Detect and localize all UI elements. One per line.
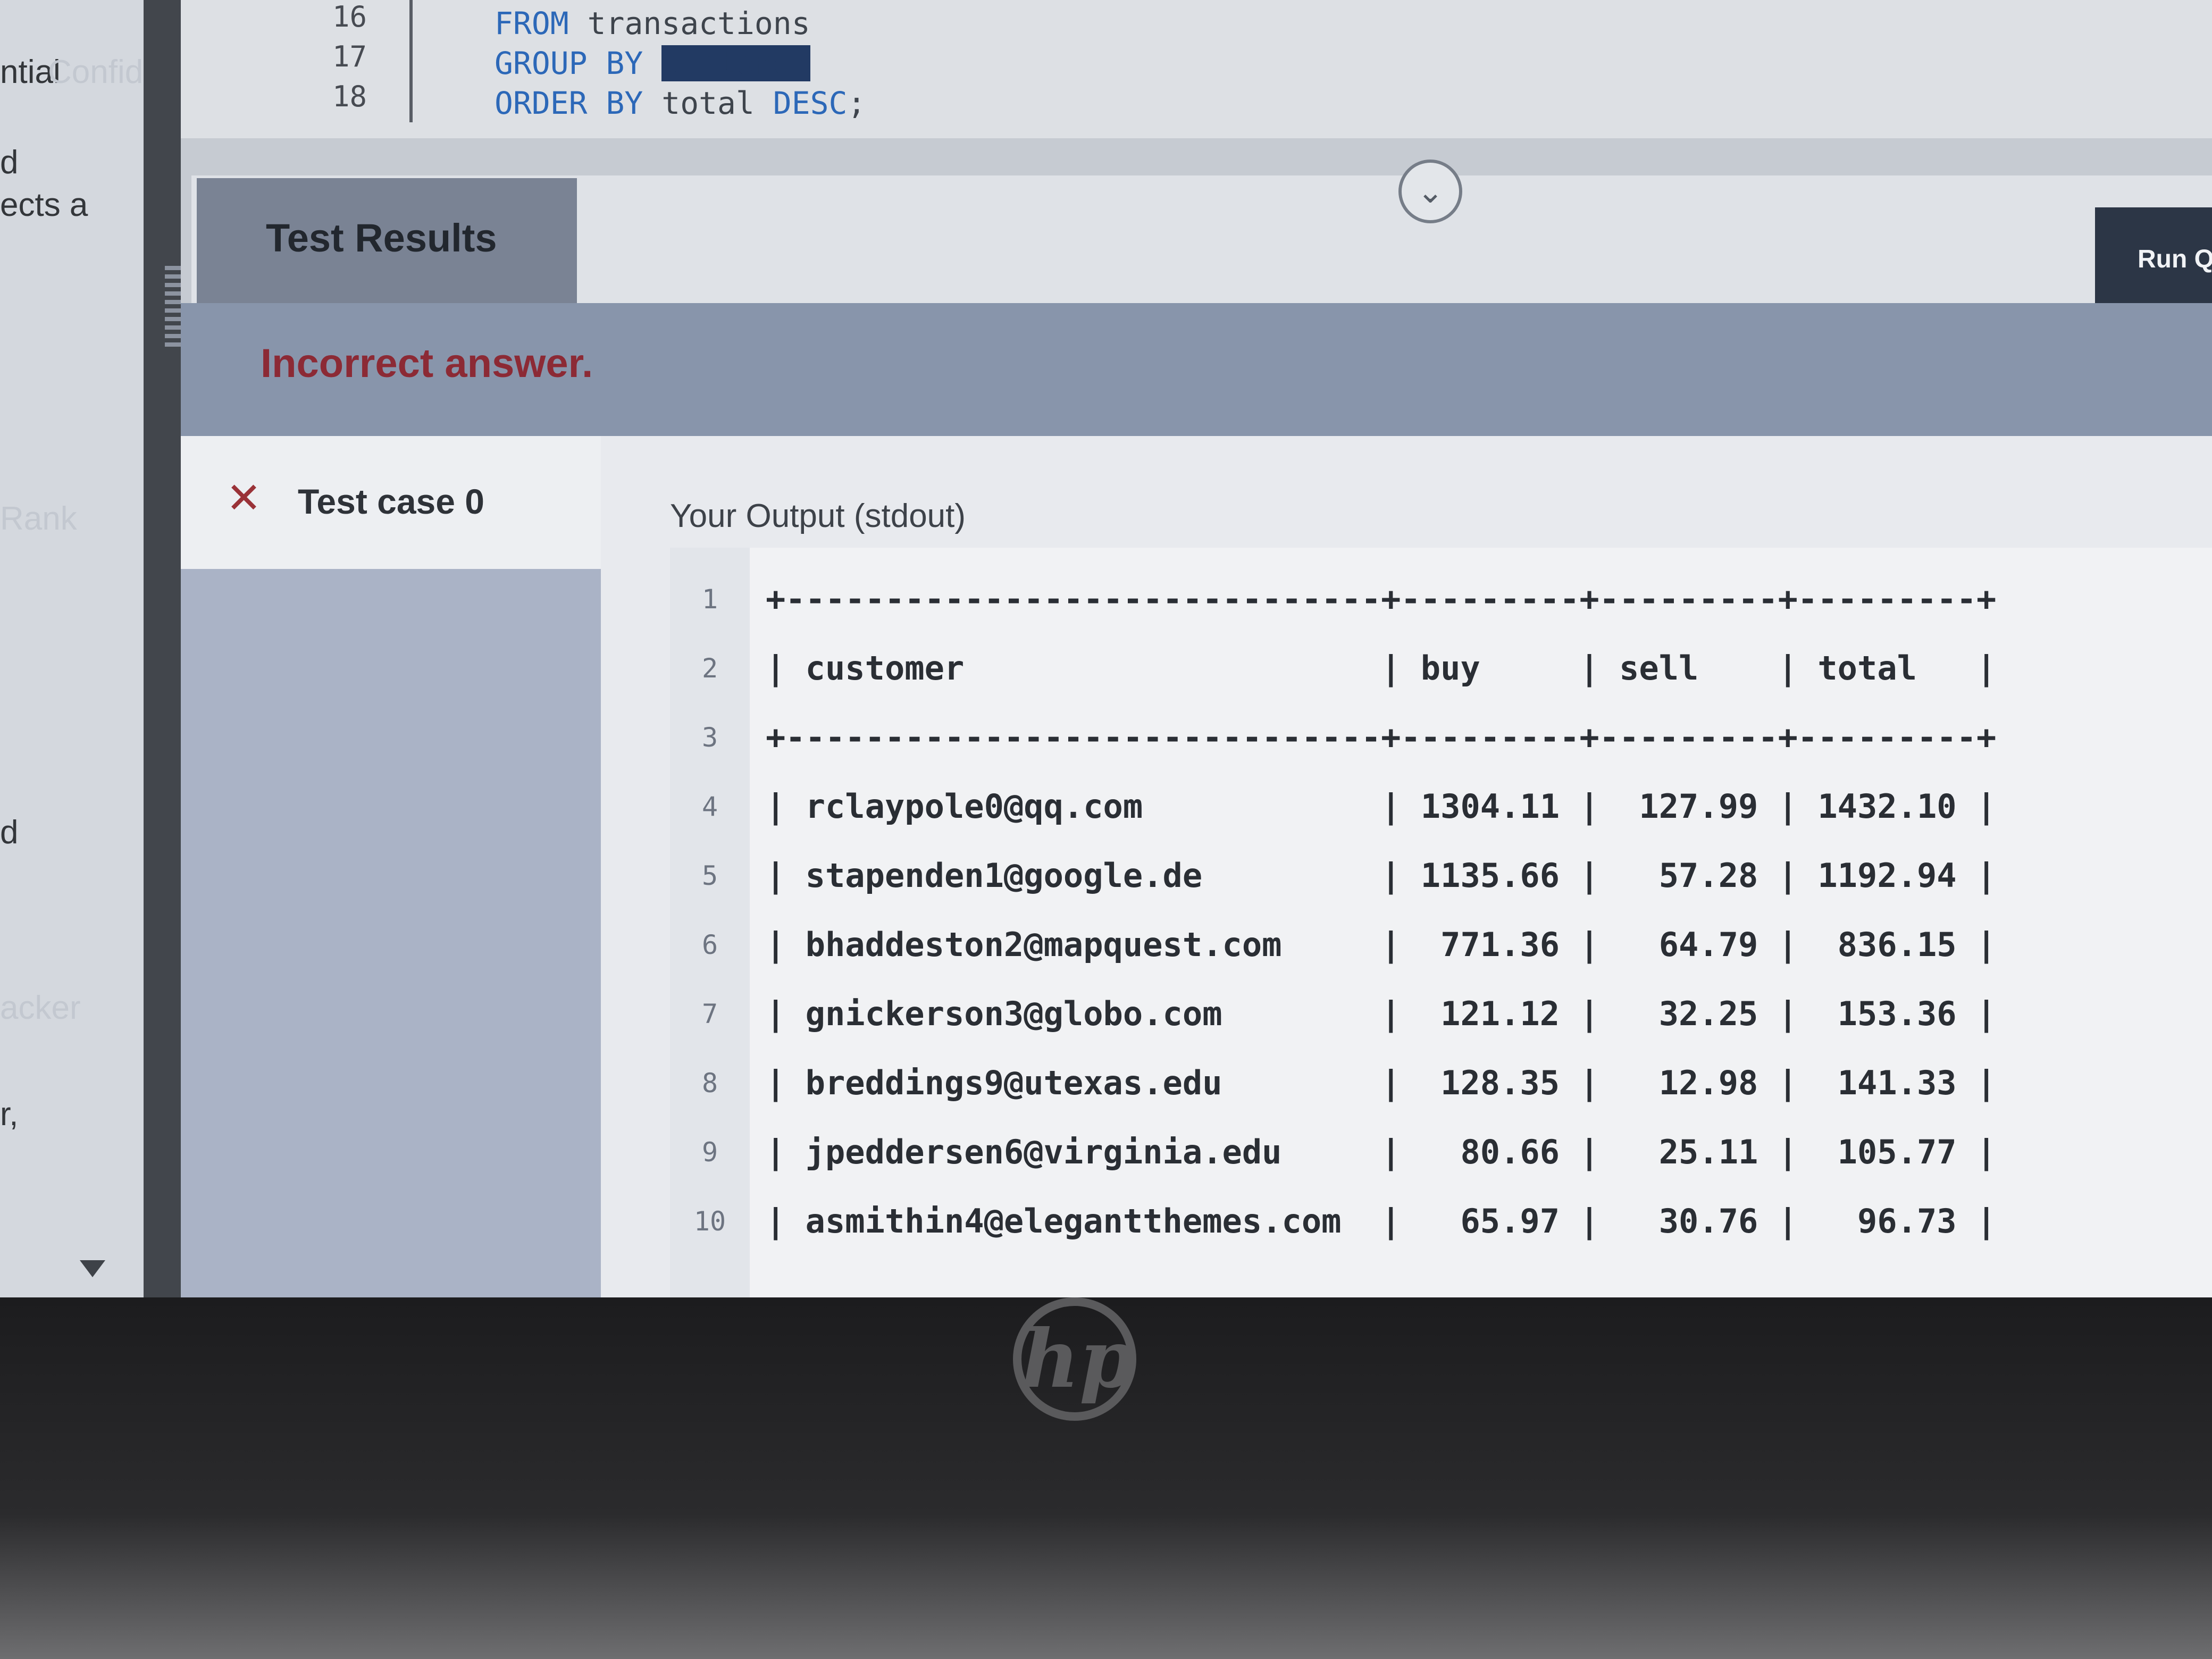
output-row: | bhaddeston2@mapquest.com | 771.36 | 64… bbox=[766, 925, 1997, 964]
output-label: Your Output (stdout) bbox=[670, 498, 966, 534]
output-header-row: | customer | buy | sell | total | bbox=[766, 649, 1997, 688]
code-line: GROUP BY customer bbox=[495, 45, 810, 81]
output-line-number: 4 bbox=[701, 791, 718, 822]
code-text: total bbox=[643, 85, 773, 121]
code-line: FROM transactions bbox=[495, 5, 810, 41]
code-keyword: DESC bbox=[773, 85, 848, 121]
test-case-list bbox=[181, 569, 601, 1297]
hp-logo: hp bbox=[1013, 1297, 1136, 1421]
code-text: ; bbox=[847, 85, 866, 121]
sidebar-text: acker bbox=[0, 990, 81, 1026]
output-line-number: 7 bbox=[701, 999, 718, 1029]
output-row: | rclaypole0@qq.com | 1304.11 | 127.99 |… bbox=[766, 787, 1997, 826]
code-keyword: ORDER BY bbox=[495, 85, 643, 121]
output-line-number: 1 bbox=[701, 584, 718, 615]
output-line-number: 10 bbox=[693, 1206, 726, 1237]
panel-divider[interactable] bbox=[144, 0, 181, 1297]
status-message: Incorrect answer. bbox=[261, 341, 593, 386]
left-sidebar: ntial Confiden d ects a Rank d acker r, bbox=[0, 0, 180, 1297]
drag-handle-icon[interactable] bbox=[165, 266, 181, 351]
output-line-number: 9 bbox=[701, 1137, 718, 1168]
output-row: | stapenden1@google.de | 1135.66 | 57.28… bbox=[766, 856, 1997, 895]
test-case-label: Test case 0 bbox=[298, 482, 485, 521]
sidebar-text: Rank bbox=[0, 500, 77, 537]
main-panel: 16 17 18 FROM transactions GROUP BY cust… bbox=[181, 0, 2212, 1297]
sidebar-text: ects a bbox=[0, 187, 88, 223]
output-row: | breddings9@utexas.edu | 128.35 | 12.98… bbox=[766, 1063, 1997, 1102]
output-separator: +------------------------------+--------… bbox=[766, 580, 1997, 618]
code-text: transactions bbox=[568, 5, 810, 41]
sidebar-text: d bbox=[0, 144, 19, 181]
line-number: 17 bbox=[332, 40, 367, 73]
text-selection: customer bbox=[661, 45, 810, 81]
screen: ntial Confiden d ects a Rank d acker r, … bbox=[0, 0, 2212, 1297]
sidebar-text: r, bbox=[0, 1096, 19, 1133]
output-row: | asmithin4@elegantthemes.com | 65.97 | … bbox=[766, 1202, 1997, 1241]
output-line-number: 3 bbox=[701, 722, 718, 753]
line-number: 16 bbox=[332, 0, 367, 33]
output-row: | gnickerson3@globo.com | 121.12 | 32.25… bbox=[766, 994, 1997, 1033]
scroll-down-icon[interactable] bbox=[80, 1260, 105, 1277]
chevron-down-icon[interactable]: ⌄ bbox=[1398, 160, 1462, 223]
output-line-number: 2 bbox=[701, 653, 718, 684]
code-keyword: FROM bbox=[495, 5, 569, 41]
run-query-button[interactable]: Run Q bbox=[2095, 207, 2212, 308]
code-editor[interactable]: 16 17 18 FROM transactions GROUP BY cust… bbox=[181, 0, 2212, 138]
output-row: | jpeddersen6@virginia.edu | 80.66 | 25.… bbox=[766, 1133, 1997, 1171]
output-separator: +------------------------------+--------… bbox=[766, 718, 1997, 757]
output-line-number: 8 bbox=[701, 1068, 718, 1099]
output-line-number: 6 bbox=[701, 929, 718, 960]
code-keyword: GROUP BY bbox=[495, 45, 643, 81]
line-number: 18 bbox=[332, 80, 367, 113]
code-line: ORDER BY total DESC; bbox=[495, 85, 866, 121]
output-line-number: 5 bbox=[701, 860, 718, 891]
editor-gutter bbox=[409, 0, 413, 122]
close-icon: ✕ bbox=[226, 473, 262, 523]
tab-test-results[interactable]: Test Results bbox=[197, 178, 577, 303]
sidebar-text: d bbox=[0, 814, 19, 851]
